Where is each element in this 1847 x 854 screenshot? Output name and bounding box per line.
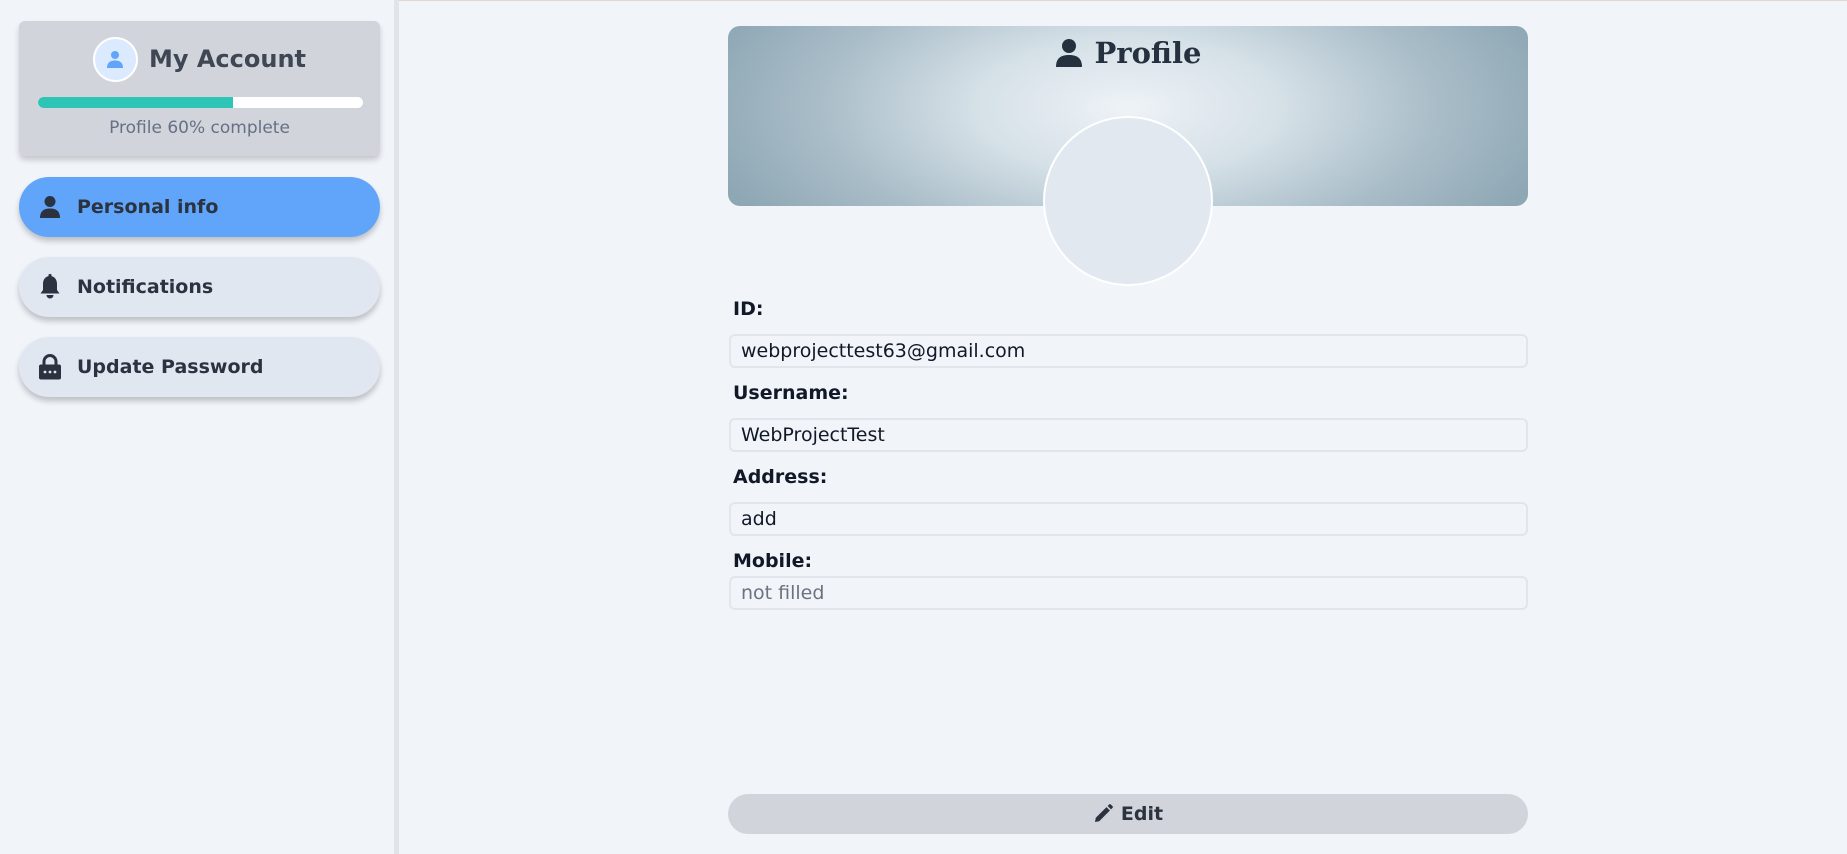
- sidebar-item-label: Update Password: [77, 356, 264, 378]
- avatar: [92, 36, 138, 82]
- page-title-text: Profile: [1094, 36, 1202, 70]
- id-label: ID:: [733, 298, 764, 320]
- account-title: My Account: [148, 45, 307, 73]
- sidebar-item-notifications[interactable]: Notifications: [19, 257, 380, 317]
- pencil-icon: [1094, 804, 1113, 822]
- user-icon: [107, 51, 124, 68]
- user-icon: [1055, 39, 1082, 67]
- sidebar-item-label: Notifications: [77, 276, 214, 298]
- username-label: Username:: [733, 382, 849, 404]
- sidebar-item-update-password[interactable]: Update Password: [19, 337, 380, 397]
- username-field[interactable]: WebProjectTest: [729, 418, 1528, 452]
- profile-progress-bar: [38, 97, 363, 108]
- profile-avatar[interactable]: [1043, 116, 1213, 286]
- page-title: Profile: [728, 36, 1528, 70]
- lock-icon: [37, 354, 63, 380]
- edit-button-label: Edit: [1120, 803, 1164, 825]
- bell-icon: [37, 274, 63, 300]
- address-label: Address:: [733, 466, 828, 488]
- progress-fill: [38, 97, 233, 108]
- sidebar-item-label: Personal info: [77, 196, 219, 218]
- account-header: My Account: [19, 36, 380, 82]
- address-field[interactable]: add: [729, 502, 1528, 536]
- sidebar: My Account Profile 60% complete Personal…: [0, 0, 399, 854]
- mobile-field[interactable]: not filled: [729, 576, 1528, 610]
- mobile-label: Mobile:: [733, 550, 813, 572]
- progress-text: Profile 60% complete: [109, 118, 290, 138]
- edit-button[interactable]: Edit: [728, 794, 1528, 834]
- user-icon: [37, 194, 63, 220]
- id-field[interactable]: webprojecttest63@gmail.com: [729, 334, 1528, 368]
- sidebar-item-personal-info[interactable]: Personal info: [19, 177, 380, 237]
- account-card: My Account Profile 60% complete: [19, 21, 380, 156]
